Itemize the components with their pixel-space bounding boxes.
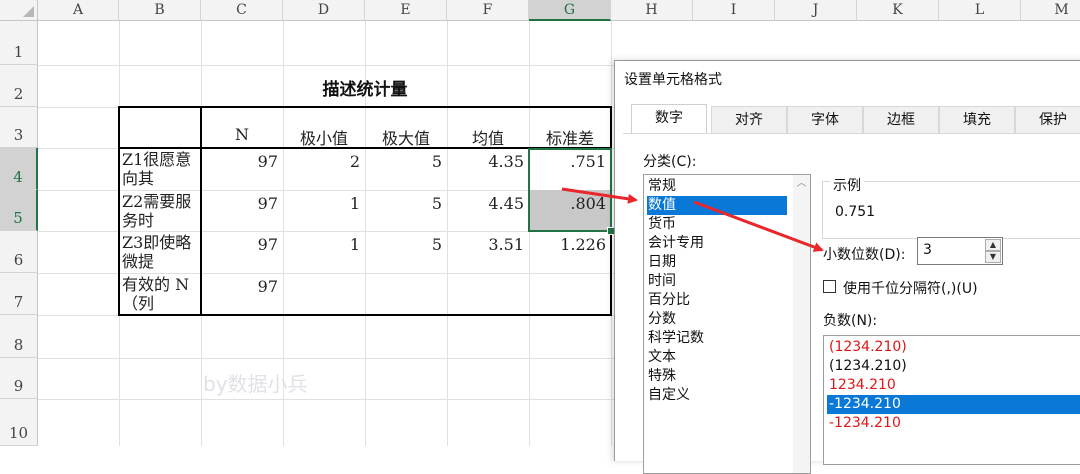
thousands-separator-checkbox[interactable] <box>823 280 836 293</box>
row-header-9[interactable]: 9 <box>0 358 38 399</box>
tab-number[interactable]: 数字 <box>631 104 707 133</box>
column-header-b[interactable]: B <box>119 0 201 21</box>
list-item[interactable]: 科学记数 <box>647 329 704 348</box>
column-header-g[interactable]: G <box>529 0 611 21</box>
row-header-4[interactable]: 4 <box>0 148 38 190</box>
table-title: 描述统计量 <box>322 80 408 100</box>
table-cell[interactable]: 1.226 <box>529 231 611 273</box>
table-cell[interactable]: 5 <box>365 190 447 231</box>
select-all-corner[interactable] <box>0 0 38 21</box>
table-row-label[interactable]: Z2需要服务时 <box>119 190 201 231</box>
table-cell[interactable]: 4.35 <box>447 148 529 190</box>
table-cell[interactable]: 5 <box>365 231 447 273</box>
list-item[interactable]: 日期 <box>647 253 676 272</box>
table-border <box>200 106 202 316</box>
thousands-separator-label: 使用千位分隔符(,)(U) <box>843 281 978 297</box>
list-item[interactable]: 常规 <box>647 177 676 196</box>
table-cell[interactable]: 97 <box>201 190 283 231</box>
list-item[interactable]: 会计专用 <box>647 234 704 253</box>
category-scrollbar[interactable]: ︿ <box>793 175 810 473</box>
header-cell-n[interactable]: N <box>201 107 283 148</box>
list-item[interactable]: 时间 <box>647 272 676 291</box>
column-header-j[interactable]: J <box>775 0 857 21</box>
table-cell[interactable]: 1 <box>283 190 365 231</box>
category-label: 分类(C): <box>643 154 697 170</box>
dialog-title: 设置单元格格式 <box>624 72 722 88</box>
table-row-label[interactable]: Z3即使略微提 <box>119 231 201 273</box>
sample-label: 示例 <box>830 175 864 195</box>
watermark: by数据小兵 <box>203 372 308 396</box>
header-cell-sd[interactable]: 标准差 <box>529 107 611 148</box>
tab-border[interactable]: 边框 <box>863 106 939 133</box>
list-item[interactable]: 分数 <box>647 310 676 329</box>
list-item[interactable]: 百分比 <box>647 291 690 310</box>
table-cell[interactable]: 1 <box>283 231 365 273</box>
row-header-7[interactable]: 7 <box>0 273 38 315</box>
row-header-8[interactable]: 8 <box>0 315 38 358</box>
table-border <box>118 106 612 108</box>
row-header-6[interactable]: 6 <box>0 231 38 273</box>
cell-selection-outline <box>528 148 612 232</box>
list-item[interactable]: -1234.210 <box>827 414 901 433</box>
table-cell[interactable]: 97 <box>201 273 283 315</box>
table-border <box>118 106 120 316</box>
category-listbox[interactable]: 常规 数值 货币 会计专用 日期 时间 百分比 分数 科学记数 文本 特殊 自定… <box>643 174 811 474</box>
table-cell[interactable]: 2 <box>283 148 365 190</box>
row-header-3[interactable]: 3 <box>0 107 38 148</box>
header-cell-min[interactable]: 极小值 <box>283 107 365 148</box>
tab-font[interactable]: 字体 <box>787 106 863 133</box>
column-header-a[interactable]: A <box>38 0 119 21</box>
column-header-c[interactable]: C <box>201 0 283 21</box>
header-cell-mean[interactable]: 均值 <box>447 107 529 148</box>
sample-value: 0.751 <box>835 204 876 220</box>
table-row-label[interactable]: 有效的 N（列 <box>119 273 201 315</box>
list-item[interactable]: 货币 <box>647 215 676 234</box>
tab-fill[interactable]: 填充 <box>939 106 1015 133</box>
spin-down-icon[interactable]: ▼ <box>985 251 1001 263</box>
row-header-5[interactable]: 5 <box>0 190 38 231</box>
column-header-l[interactable]: L <box>939 0 1021 21</box>
tab-alignment[interactable]: 对齐 <box>711 106 787 133</box>
list-item[interactable]: (1234.210) <box>827 338 907 357</box>
decimal-places-spinner: ▲ ▼ <box>985 239 1001 263</box>
table-cell[interactable]: 4.45 <box>447 190 529 231</box>
table-row-label[interactable]: Z1很愿意向其 <box>119 148 201 190</box>
column-header-f[interactable]: F <box>447 0 529 21</box>
column-header-h[interactable]: H <box>611 0 693 21</box>
list-item[interactable]: 1234.210 <box>827 376 896 395</box>
list-item[interactable]: (1234.210) <box>827 357 907 376</box>
table-cell[interactable]: 97 <box>201 231 283 273</box>
row-header-1[interactable]: 1 <box>0 21 38 65</box>
column-header-k[interactable]: K <box>857 0 939 21</box>
table-border <box>118 314 612 316</box>
select-all-triangle-icon <box>23 6 34 17</box>
list-item[interactable]: 自定义 <box>647 386 690 405</box>
format-cells-dialog: 设置单元格格式 数字 对齐 字体 边框 填充 保护 分类(C): 常规 数值 货… <box>614 60 1080 474</box>
scroll-up-icon[interactable]: ︿ <box>796 179 807 189</box>
list-item[interactable]: 文本 <box>647 348 676 367</box>
decimal-places-label: 小数位数(D): <box>823 247 906 263</box>
row-header-2[interactable]: 2 <box>0 65 38 107</box>
negative-numbers-label: 负数(N): <box>823 313 878 329</box>
table-cell[interactable]: 97 <box>201 148 283 190</box>
table-cell[interactable]: 3.51 <box>447 231 529 273</box>
dialog-tabs: 数字 对齐 字体 边框 填充 保护 <box>623 104 1080 134</box>
list-item-selected[interactable]: 数值 <box>647 196 787 215</box>
spin-up-icon[interactable]: ▲ <box>985 239 1001 251</box>
table-cell[interactable]: 5 <box>365 148 447 190</box>
tab-protection[interactable]: 保护 <box>1015 106 1080 133</box>
list-item[interactable]: 特殊 <box>647 367 676 386</box>
header-cell-max[interactable]: 极大值 <box>365 107 447 148</box>
column-header-d[interactable]: D <box>283 0 365 21</box>
list-item-selected[interactable]: -1234.210 <box>827 395 1080 414</box>
column-header-m[interactable]: M <box>1021 0 1080 21</box>
row-header-10[interactable]: 10 <box>0 399 38 446</box>
column-header-i[interactable]: I <box>693 0 775 21</box>
column-header-e[interactable]: E <box>365 0 447 21</box>
